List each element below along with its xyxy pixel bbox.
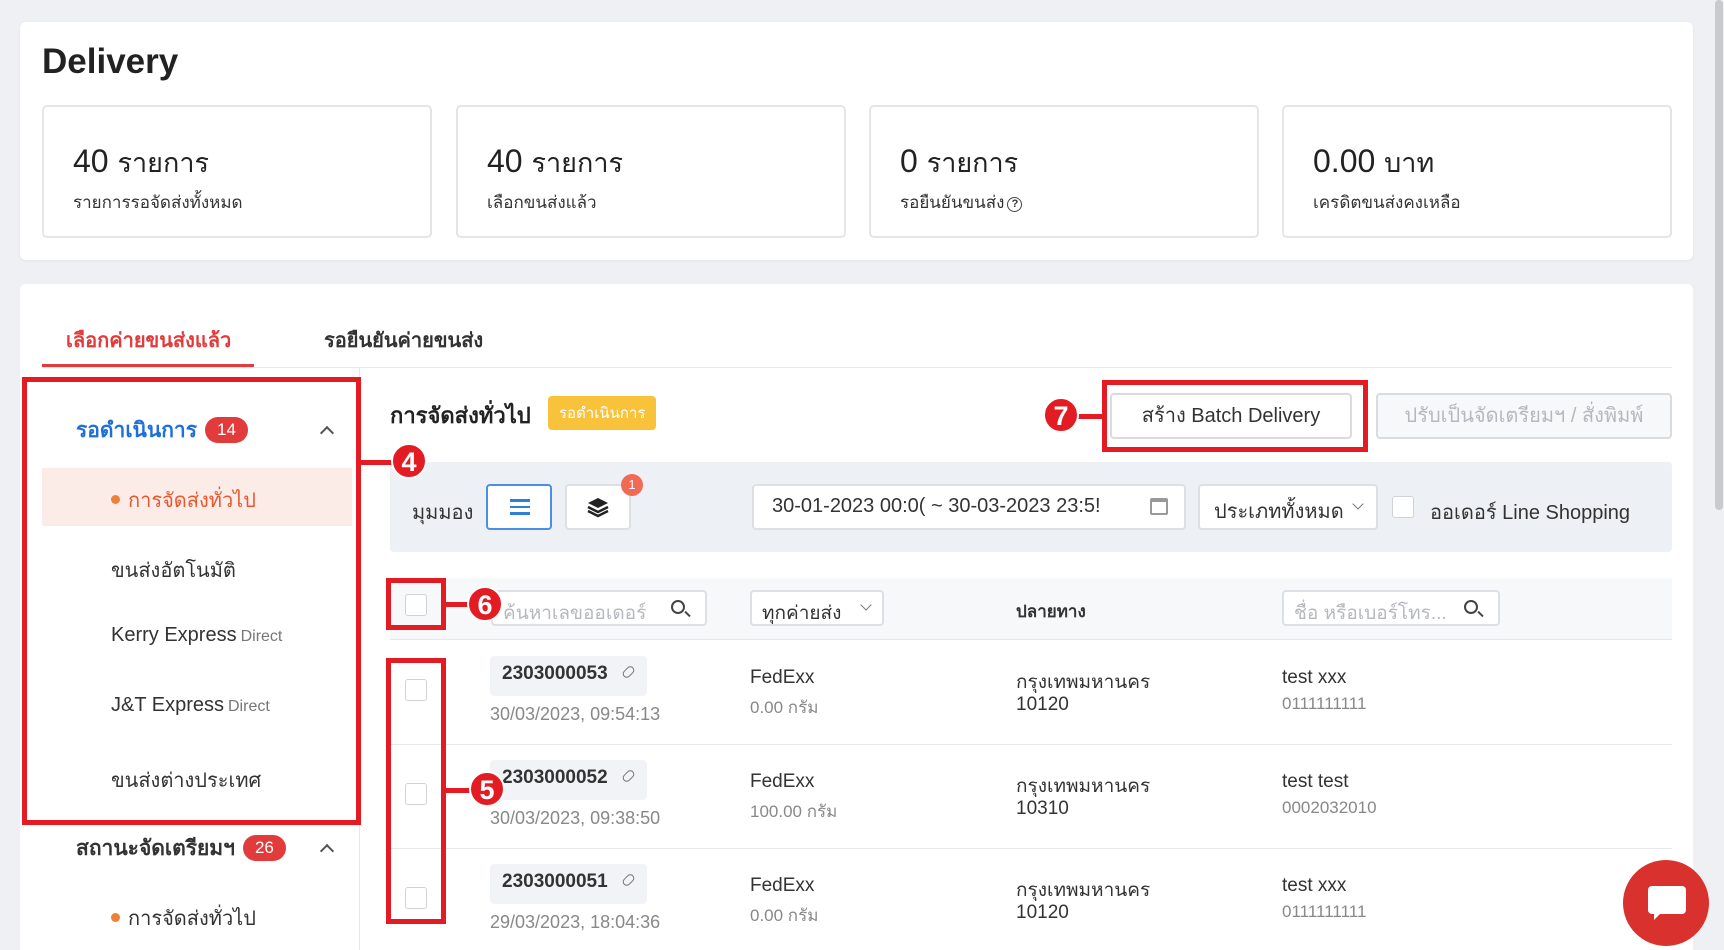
chevron-down-icon	[1352, 498, 1364, 510]
line-shopping-label: ออเดอร์ Line Shopping	[1430, 502, 1631, 524]
stat-unit: บาท	[1384, 148, 1435, 178]
order-search-input[interactable]: ค้นหาเลขออเดอร์	[491, 590, 707, 626]
link-icon[interactable]	[620, 872, 636, 888]
link-icon[interactable]	[620, 664, 636, 680]
order-timestamp: 29/03/2023, 18:04:36	[490, 912, 661, 932]
status-badge: รอดำเนินการ	[548, 396, 657, 430]
dest-postcode: 10120	[1016, 902, 1069, 923]
recipient-name: test test	[1282, 771, 1349, 792]
dest-province: กรุงเทพมหานคร	[1016, 880, 1151, 901]
sidebar-group-label: สถานะจัดเตรียมฯ	[76, 837, 235, 860]
stat-value: 40	[73, 143, 109, 179]
bullet-icon	[111, 913, 120, 922]
sidebar-item-general-delivery-2[interactable]: การจัดส่งทั่วไป	[111, 902, 256, 934]
dest-province: กรุงเทพมหานคร	[1016, 776, 1151, 797]
annotation-marker-5: 5	[469, 771, 505, 807]
date-range-value: 30-01-2023 00:0( ~ 30-03-2023 23:5!	[772, 495, 1101, 517]
stat-label: เลือกขนส่งแล้ว	[487, 193, 597, 212]
scrollbar[interactable]	[1715, 0, 1723, 510]
carrier-name: FedExx	[750, 875, 815, 896]
destination-header: ปลายทาง	[1016, 602, 1086, 621]
date-range-picker[interactable]: 30-01-2023 00:0( ~ 30-03-2023 23:5!	[752, 484, 1186, 530]
sidebar-item-label: การจัดส่งทั่วไป	[128, 908, 256, 930]
link-icon[interactable]	[620, 768, 636, 784]
stat-card-credit: 0.00 บาท เครดิตขนส่งคงเหลือ	[1282, 105, 1672, 238]
order-search-placeholder: ค้นหาเลขออเดอร์	[503, 603, 647, 624]
order-number[interactable]: 2303000053	[490, 656, 647, 696]
layers-icon	[587, 498, 609, 518]
annotation-box-5	[386, 658, 446, 924]
layer-view-button[interactable]	[565, 484, 631, 530]
tabs-divider	[42, 367, 1672, 368]
row-divider	[390, 848, 1672, 849]
dest-province: กรุงเทพมหานคร	[1016, 672, 1151, 693]
stat-unit: รายการ	[926, 148, 1019, 178]
order-timestamp: 30/03/2023, 09:54:13	[490, 704, 661, 724]
chat-button[interactable]	[1623, 860, 1709, 946]
chat-icon	[1648, 886, 1686, 920]
stat-label: รายการรอจัดส่งทั้งหมด	[73, 193, 243, 212]
annotation-box-6	[386, 578, 446, 630]
calendar-icon	[1150, 498, 1168, 515]
order-number-text: 2303000052	[502, 767, 608, 788]
stat-card-carrier-selected: 40 รายการ เลือกขนส่งแล้ว	[456, 105, 846, 238]
parcel-weight: 0.00 กรัม	[750, 698, 819, 717]
order-number-text: 2303000053	[502, 663, 608, 684]
order-number[interactable]: 2303000052	[490, 760, 647, 800]
name-search-placeholder: ชื่อ หรือเบอร์โทร...	[1294, 603, 1447, 624]
annotation-marker-6: 6	[467, 586, 503, 622]
count-badge: 26	[242, 835, 286, 861]
recipient-phone: 0111111111	[1282, 694, 1367, 713]
order-number[interactable]: 2303000051	[490, 864, 647, 904]
tab-carrier-selected[interactable]: เลือกค่ายขนส่งแล้ว	[66, 324, 231, 356]
search-icon	[1464, 600, 1478, 614]
name-phone-search-input[interactable]: ชื่อ หรือเบอร์โทร...	[1282, 590, 1500, 626]
annotation-marker-4: 4	[391, 443, 427, 479]
adjust-print-button[interactable]: ปรับเป็นจัดเตรียมฯ / สั่งพิมพ์	[1376, 393, 1672, 439]
annotation-marker-7: 7	[1043, 397, 1079, 433]
type-select-value: ประเภททั้งหมด	[1214, 501, 1344, 523]
recipient-name: test xxx	[1282, 875, 1347, 896]
stat-value: 0	[900, 143, 918, 179]
annotation-connector-4	[358, 460, 392, 465]
carrier-name: FedExx	[750, 667, 815, 688]
list-view-button[interactable]	[486, 484, 552, 530]
recipient-phone: 0002032010	[1282, 798, 1377, 817]
carrier-name: FedExx	[750, 771, 815, 792]
parcel-weight: 0.00 กรัม	[750, 906, 819, 925]
carrier-filter-value: ทุกค่ายส่ง	[762, 603, 842, 624]
stat-label: เครดิตขนส่งคงเหลือ	[1313, 193, 1461, 212]
type-select[interactable]: ประเภททั้งหมด	[1198, 484, 1378, 530]
annotation-box-4	[22, 377, 361, 825]
notification-badge: 1	[621, 474, 643, 496]
dest-postcode: 10310	[1016, 798, 1069, 819]
order-timestamp: 30/03/2023, 09:38:50	[490, 808, 661, 828]
row-divider	[390, 744, 1672, 745]
list-view-icon	[510, 499, 530, 515]
page-title: Delivery	[42, 42, 179, 81]
view-label: มุมมอง	[412, 502, 474, 524]
annotation-box-7	[1102, 380, 1368, 452]
section-title: การจัดส่งทั่วไป	[390, 403, 531, 428]
line-shopping-checkbox[interactable]	[1392, 496, 1414, 518]
sidebar-group-preparing[interactable]: สถานะจัดเตรียมฯ 26	[76, 832, 286, 865]
parcel-weight: 100.00 กรัม	[750, 802, 838, 821]
stat-unit: รายการ	[531, 148, 623, 178]
recipient-phone: 0111111111	[1282, 902, 1367, 921]
stat-label: รอยืนยันขนส่ง	[900, 193, 1005, 212]
stat-value: 0.00	[1313, 143, 1376, 179]
stat-card-pending-total: 40 รายการ รายการรอจัดส่งทั้งหมด	[42, 105, 432, 238]
carrier-filter-select[interactable]: ทุกค่ายส่ง	[750, 590, 884, 626]
recipient-name: test xxx	[1282, 667, 1347, 688]
order-number-text: 2303000051	[502, 871, 608, 892]
search-icon	[671, 600, 685, 614]
tab-awaiting-confirm[interactable]: รอยืนยันค่ายขนส่ง	[324, 324, 483, 356]
stat-card-awaiting-confirm: 0 รายการ รอยืนยันขนส่ง?	[869, 105, 1259, 238]
stat-value: 40	[487, 143, 523, 179]
dest-postcode: 10120	[1016, 694, 1069, 715]
chevron-down-icon	[860, 599, 872, 611]
stat-unit: รายการ	[117, 148, 209, 178]
help-icon[interactable]: ?	[1007, 197, 1023, 212]
